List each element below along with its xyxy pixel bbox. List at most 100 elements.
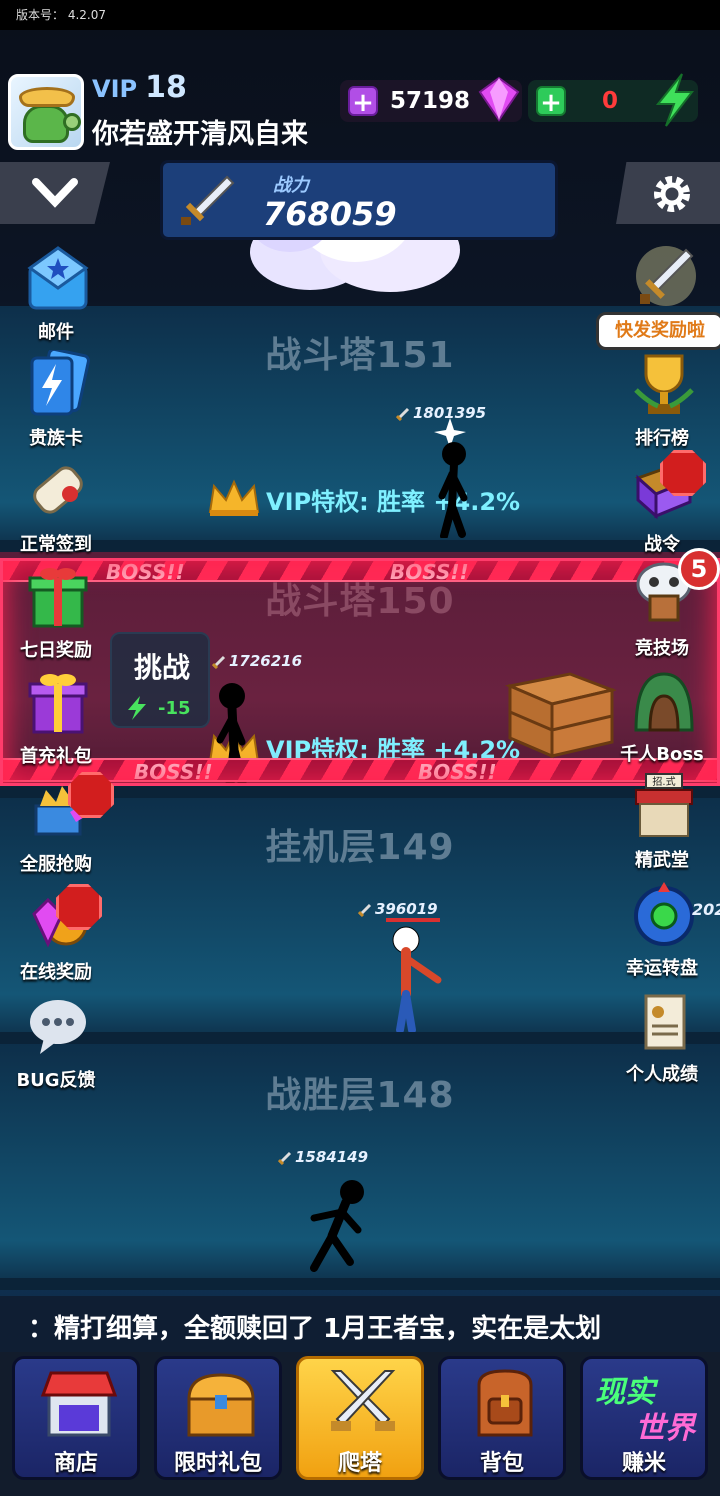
report-scroll-icon [644,994,686,1050]
add-energy-button[interactable]: + [536,86,566,118]
tab-earn[interactable]: 现实 世界 赚米 [580,1356,708,1480]
leaderboard-label: 排行榜 [635,428,689,449]
shining-sword-icon [636,246,696,306]
seven-day-reward-label: 七日奖励 [20,640,92,661]
straw-hat-icon [19,87,75,107]
notification-dot [56,884,102,930]
gem-counter: + 57198 [340,76,522,122]
tab-limited-pack-label: 限时礼包 [173,1451,262,1476]
tab-earn-label: 赚米 [621,1451,666,1476]
martial-hall-icon: 招.式 [635,773,693,837]
tab-shop-label: 商店 [53,1451,98,1476]
mini-sword-icon [358,903,372,917]
energy-bolt-icon [128,696,146,720]
combat-power-label: 战力 [273,175,309,196]
peashooter-mouth-icon [63,113,81,131]
tab-backpack-label: 背包 [479,1451,524,1476]
stickman-defeated-enemy [310,1180,364,1272]
challenge-cost: -15 [158,698,191,719]
treasure-chest-icon [187,1373,255,1437]
gem-count: 57198 [390,88,471,114]
reward-crate-icon[interactable] [500,664,616,760]
notification-dot [68,772,114,818]
online-reward-label: 在线奖励 [20,962,92,983]
first-recharge-label: 首充礼包 [20,746,92,767]
partial-power-number: 202 [692,900,720,919]
noble-card-button[interactable]: 贵族卡 [6,350,106,454]
gift-box-green-icon [28,568,88,628]
energy-counter: + 0 [528,73,698,127]
enemy-power-tag: 1584149 [278,1148,368,1166]
martial-hall-sign: 招.式 [652,775,675,788]
mini-sword-icon [396,407,410,421]
chevron-down-icon [32,178,78,208]
lucky-wheel-button[interactable]: 幸运转盘 [612,880,712,984]
mail-icon [27,246,89,310]
first-recharge-button[interactable]: 首充礼包 [6,668,106,772]
daily-sign-in-button[interactable]: 正常签到 [6,456,106,560]
world-boss-label: 千人Boss [620,744,704,765]
martial-hall-label: 精武堂 [635,850,689,871]
version-text: 版本号： 4.2.07 [16,8,107,22]
arena-count-badge: 5 [678,548,720,590]
status-bar: 版本号： 4.2.07 [0,0,720,30]
chat-bubble-icon [30,1000,86,1054]
avatar[interactable] [8,74,84,150]
announcement-text: ：精打细算，全额赎回了 1月王者宝，实在是太划 [28,1314,602,1344]
personal-record-label: 个人成绩 [626,1064,698,1085]
announcement-marquee: ：精打细算，全额赎回了 1月王者宝，实在是太划 [0,1296,720,1352]
mail-label: 邮件 [38,322,74,343]
gift-box-purple-icon [28,674,88,734]
shop-icon [40,1371,118,1437]
lucky-wheel-label: 幸运转盘 [626,958,698,979]
game-screen: 版本号： 4.2.07 VIP18 你若盛开清风自来 + 57198 + 0 [0,0,720,1496]
sword-icon [181,175,235,225]
backpack-icon [477,1369,533,1437]
stickman-enemy[interactable] [430,418,480,538]
combat-power-panel: 战力 768059 [160,160,558,240]
crown-icon [208,479,260,516]
martial-hall-button[interactable]: 招.式 精武堂 [612,772,712,876]
world-boss-button[interactable]: 千人Boss [612,666,712,770]
gear-icon [654,176,690,212]
settings-button[interactable] [616,162,720,224]
vip-perk-text: VIP特权: 胜率 +4.2% [266,488,521,516]
player-stickman[interactable] [380,918,450,1036]
notification-dot [660,450,706,496]
combat-power-value: 768059 [263,195,397,233]
leaderboard-button[interactable]: 排行榜 [612,350,712,454]
challenge-button[interactable]: 挑战 -15 [110,632,210,728]
noble-card-label: 贵族卡 [29,428,83,449]
sign-in-scroll-icon [33,466,83,514]
lightning-bolt-icon [655,73,695,127]
mail-button[interactable]: 邮件 [6,244,106,348]
tab-shop[interactable]: 商店 [12,1356,140,1480]
tab-backpack[interactable]: 背包 [438,1356,566,1480]
tab-tower-climb-label: 爬塔 [337,1451,382,1476]
personal-record-button[interactable]: 个人成绩 [612,986,712,1090]
daily-sign-in-label: 正常签到 [20,534,92,555]
quick-reward-tooltip: 快发奖励啦 [596,312,720,350]
arena-label: 竞技场 [635,638,689,659]
player-power-tag: 396019 [358,900,438,918]
challenge-label: 挑战 [133,651,190,684]
mini-sword-icon [278,1151,292,1165]
bottom-navigation: 商店 限时礼包 爬塔 背包 现实 世界 赚米 [0,1352,720,1496]
add-gems-button[interactable]: + [348,86,378,118]
tab-limited-pack[interactable]: 限时礼包 [154,1356,282,1480]
vip-level: 18 [145,70,187,105]
boss-cave-icon [634,672,694,732]
real-world-icon: 现实 世界 [589,1365,701,1446]
vip-badge: VIP 18 [92,70,187,105]
trophy-icon [634,354,694,414]
real-world-logo-bottom: 世界 [635,1411,695,1446]
tab-tower-climb[interactable]: 爬塔 [296,1356,424,1480]
expand-menu-button[interactable] [0,162,110,224]
plant-avatar-icon [23,105,69,143]
bug-feedback-button[interactable]: BUG反馈 [6,992,106,1096]
lucky-wheel-icon [634,882,694,946]
noble-card-icon [30,350,90,416]
seven-day-reward-button[interactable]: 七日奖励 [6,562,106,666]
diamond-icon [478,76,520,122]
bug-feedback-label: BUG反馈 [16,1070,96,1091]
